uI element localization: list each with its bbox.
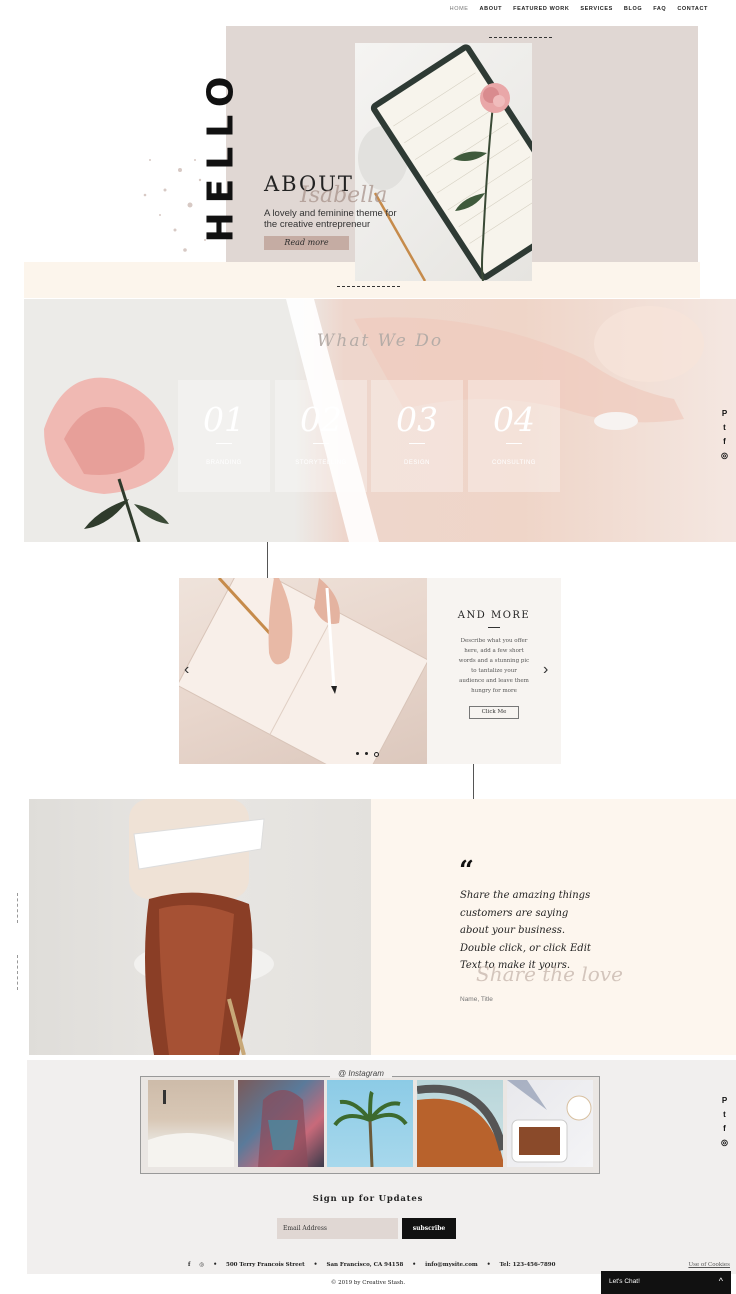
service-card-label: CONSULTING xyxy=(492,460,536,466)
facebook-icon[interactable]: f xyxy=(188,1262,190,1268)
palm-tree-art xyxy=(333,1090,408,1167)
service-card-divider xyxy=(216,443,232,444)
architecture-art xyxy=(417,1084,503,1167)
notebook-rose-illustration xyxy=(358,44,532,281)
email-address-input[interactable] xyxy=(277,1218,398,1239)
service-card-number: 03 xyxy=(396,400,438,439)
pinterest-icon[interactable]: P xyxy=(721,409,728,418)
slider-dot-3[interactable] xyxy=(374,752,379,757)
service-card-divider xyxy=(313,443,329,444)
woman-reading-photo xyxy=(29,799,371,1055)
facebook-icon[interactable]: f xyxy=(721,437,728,446)
footer-contact-row: f ◎ • 500 Terry Francois Street • San Fr… xyxy=(188,1261,555,1268)
instagram-tile-beach[interactable] xyxy=(148,1080,234,1167)
writing-hand-illustration xyxy=(179,578,427,764)
service-card-branding[interactable]: 01 BRANDING xyxy=(178,380,270,492)
instagram-label: @ Instagram xyxy=(330,1069,392,1078)
service-card-label: STORYTELLING xyxy=(295,460,347,466)
service-card-number: 02 xyxy=(300,400,342,439)
testimonial-script: Share the love xyxy=(476,962,623,986)
pinterest-icon[interactable]: P xyxy=(721,1096,728,1105)
nav-faq[interactable]: FAQ xyxy=(653,6,666,12)
what-we-do-section: What We Do 01 BRANDING 02 STORYTELLING 0… xyxy=(24,299,736,542)
testimonial-author: Name, Title xyxy=(460,996,493,1003)
chat-label: Let's Chat! xyxy=(609,1278,640,1285)
chevron-up-icon: ^ xyxy=(718,1276,723,1286)
slider-text-panel: AND MORE Describe what you offer here, a… xyxy=(427,578,561,764)
and-more-heading: AND MORE xyxy=(457,610,531,621)
use-of-cookies-link[interactable]: Use of Cookies xyxy=(688,1262,730,1268)
service-card-label: DESIGN xyxy=(403,460,430,466)
signup-heading: Sign up for Updates xyxy=(312,1194,424,1204)
nav-about[interactable]: ABOUT xyxy=(480,6,503,12)
click-me-button[interactable]: Click Me xyxy=(469,706,519,719)
side-dash-decoration xyxy=(17,955,19,990)
separator-dot: • xyxy=(486,1261,491,1268)
service-card-consulting[interactable]: 04 CONSULTING xyxy=(468,380,560,492)
slider-notebook-photo xyxy=(179,578,427,764)
nav-blog[interactable]: BLOG xyxy=(624,6,642,12)
beach-photo-art xyxy=(148,1090,234,1167)
social-links-bottom: P t f ◎ xyxy=(721,1096,728,1147)
dashed-divider-bottom xyxy=(337,286,400,287)
nav-services[interactable]: SERVICES xyxy=(580,6,613,12)
about-subtitle: A lovely and feminine theme for the crea… xyxy=(264,208,414,230)
hello-vertical-heading: HELLO xyxy=(200,67,242,243)
top-navigation: HOME ABOUT FEATURED WORK SERVICES BLOG F… xyxy=(450,6,708,12)
instagram-icon[interactable]: ◎ xyxy=(721,451,728,460)
dashed-divider-top xyxy=(489,37,552,38)
and-more-divider xyxy=(488,627,500,628)
instagram-tile-palm[interactable] xyxy=(327,1080,413,1167)
service-card-number: 01 xyxy=(203,400,245,439)
instagram-tile-architecture[interactable] xyxy=(417,1080,503,1167)
nav-featured-work[interactable]: FEATURED WORK xyxy=(513,6,569,12)
instagram-tile-scarf[interactable] xyxy=(238,1080,324,1167)
twitter-icon[interactable]: t xyxy=(721,1110,728,1119)
about-subtitle-line-2: the creative entrepreneur xyxy=(264,219,371,230)
instagram-icon[interactable]: ◎ xyxy=(721,1138,728,1147)
notebook-rose-photo xyxy=(355,43,532,281)
side-dash-decoration xyxy=(17,893,19,923)
slider-dot-2[interactable] xyxy=(365,752,368,755)
slider-dot-1[interactable] xyxy=(356,752,359,755)
nav-home[interactable]: HOME xyxy=(450,6,469,12)
separator-dot: • xyxy=(213,1261,218,1268)
slider-prev-arrow-icon[interactable]: ‹ xyxy=(184,661,189,679)
lets-chat-widget[interactable]: Let's Chat! ^ xyxy=(601,1271,731,1294)
food-photo-art xyxy=(507,1080,592,1163)
facebook-icon[interactable]: f xyxy=(721,1124,728,1133)
about-script-name: Isabella xyxy=(300,183,388,208)
scarf-photo-art xyxy=(258,1090,308,1167)
subscribe-button[interactable]: subscribe xyxy=(402,1218,456,1239)
what-we-do-heading: What We Do xyxy=(316,331,444,351)
connector-line-bottom xyxy=(473,764,474,799)
social-links-top: P t f ◎ xyxy=(721,409,728,460)
service-card-label: BRANDING xyxy=(206,460,242,466)
separator-dot: • xyxy=(313,1261,318,1268)
instagram-icon[interactable]: ◎ xyxy=(199,1262,204,1268)
and-more-description: Describe what you offer here, add a few … xyxy=(458,638,530,694)
connector-line-top xyxy=(267,542,268,578)
footer-city: San Francisco, CA 94158 xyxy=(326,1261,404,1268)
footer-email[interactable]: info@mysite.com xyxy=(425,1262,478,1268)
slider-pagination xyxy=(356,752,379,757)
slider-next-arrow-icon[interactable]: › xyxy=(543,661,548,679)
twitter-icon[interactable]: t xyxy=(721,423,728,432)
separator-dot: • xyxy=(412,1261,417,1268)
woman-reading-illustration xyxy=(129,799,274,1055)
read-more-button[interactable]: Read more xyxy=(264,236,349,250)
service-card-divider xyxy=(506,443,522,444)
service-card-design[interactable]: 03 DESIGN xyxy=(371,380,463,492)
instagram-tile-food[interactable] xyxy=(507,1080,593,1167)
quote-mark-icon: “ xyxy=(459,856,474,886)
about-subtitle-line-1: A lovely and feminine theme for xyxy=(264,208,397,219)
service-card-divider xyxy=(409,443,425,444)
nav-contact[interactable]: CONTACT xyxy=(677,6,708,12)
service-card-number: 04 xyxy=(493,400,535,439)
footer-address: 500 Terry Francois Street xyxy=(226,1261,305,1268)
footer-phone: Tel: 123-456-7890 xyxy=(499,1261,556,1268)
service-card-storytelling[interactable]: 02 STORYTELLING xyxy=(275,380,367,492)
